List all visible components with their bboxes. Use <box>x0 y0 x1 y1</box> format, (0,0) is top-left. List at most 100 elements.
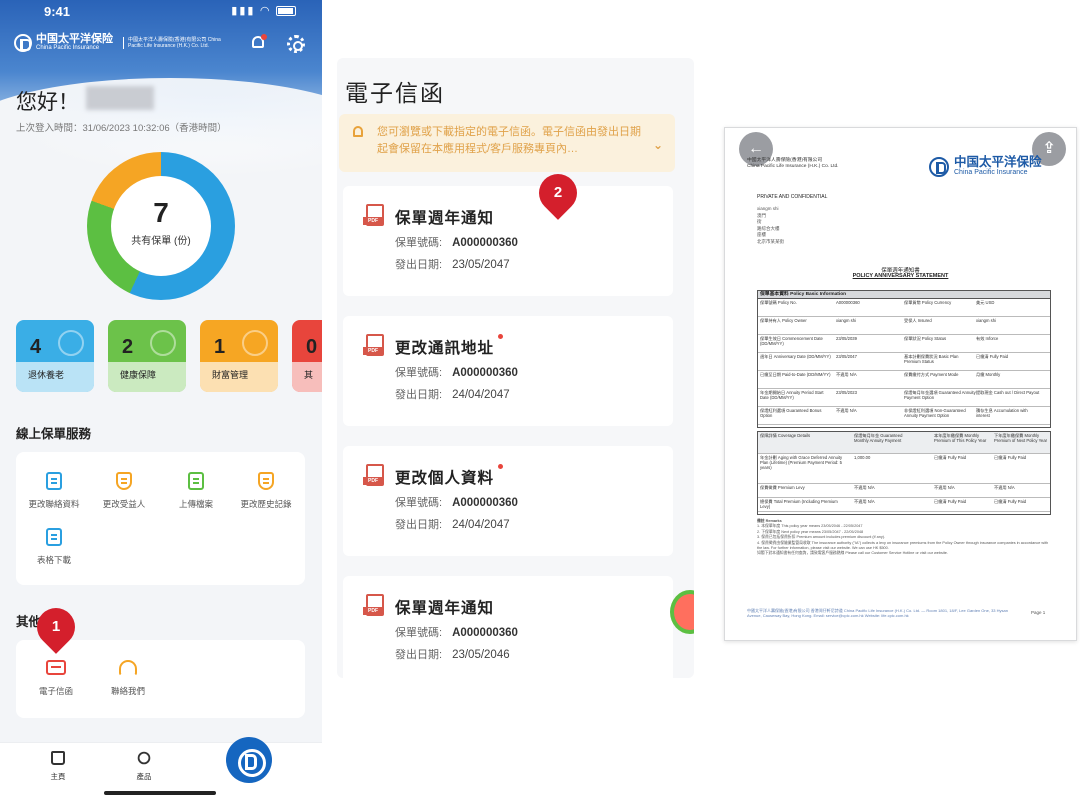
issue-date-label: 發出日期: <box>395 649 443 661</box>
addressee-line: 街 <box>757 219 762 225</box>
headset-icon <box>119 660 137 676</box>
service-form-download[interactable]: 表格下載 <box>18 528 90 566</box>
policy-number-label: 保單號碼: <box>395 367 443 379</box>
cpic-logo-icon <box>929 156 949 177</box>
policy-number: A000000360 <box>452 627 518 639</box>
table-cell: 23/05/2023 <box>836 390 857 395</box>
table-cell: 保單貨幣 Policy Currency <box>904 300 952 305</box>
total-policy-label: 共有保單 (份) <box>131 236 191 247</box>
e-notice-item[interactable]: PDF 保單週年通知 保單號碼: A000000360 發出日期: 23/05/20… <box>343 576 673 678</box>
e-notice-item[interactable]: PDF 更改通訊地址 保單號碼: A000000360 發出日期: 24/04/20… <box>343 316 673 426</box>
table-row: 年金計劃 Aging with Grace Deferred Annuity P… <box>758 454 1050 484</box>
category-count: 1 <box>214 336 226 358</box>
service-label: 表格下載 <box>36 555 71 565</box>
pdf-icon: PDF <box>363 204 387 230</box>
statement-footer: 中國太平洋人壽保險(香港)有限公司 香港灣仔軒尼詩道 China Pacific… <box>747 608 1008 618</box>
table-cell: 年金計劃 Aging with Grace Deferred Annuity P… <box>760 455 843 470</box>
issue-date-label: 發出日期: <box>395 519 443 531</box>
category-count: 0 <box>306 336 318 358</box>
table-cell: 不適用 N/A <box>836 408 857 413</box>
table-cell: 美元 USD <box>976 300 995 305</box>
table-header-cell: 保證每月年金 Guaranteed Monthly Annuity Paymen… <box>854 433 903 443</box>
policy-number-label: 保單號碼: <box>395 237 443 249</box>
table-row: 年金期開始日 Annuity Period Start Date (DD/MM/… <box>758 389 1050 407</box>
issue-date-row: 發出日期: 24/04/2047 <box>395 516 510 532</box>
notice-banner[interactable]: 您可瀏覽或下載指定的電子信函。電子信函由發出日期起會保留在本應用程式/客戶服務專… <box>339 114 675 172</box>
table-header-row: 保障詳情 Coverage Details 保證每月年金 Guaranteed M… <box>758 432 1050 454</box>
issue-date: 24/04/2047 <box>452 389 510 401</box>
page-number: Page 1 <box>1031 610 1046 615</box>
table-cell: 不適用 N/A <box>934 485 955 490</box>
settings-gear-icon[interactable] <box>287 35 305 53</box>
e-notice-item[interactable]: PDF 更改個人資料 保單號碼: A000000360 發出日期: 24/04/20… <box>343 446 673 556</box>
table-cell: 保單持有人 Policy Owner <box>760 318 807 323</box>
table-row: 保單號碼 Policy No. A000000360 保單貨幣 Policy Cur… <box>758 299 1050 317</box>
remark-line: 如閣下對本通知書有任何查詢，請致電客戶服務熱線 Please call our … <box>757 551 948 556</box>
category-card-wealth[interactable]: 1 財富管理 <box>200 320 278 392</box>
addressee-line: xiangm shi <box>757 206 779 211</box>
table-cell: 1,000.00 <box>854 455 871 460</box>
policy-basic-table: 保單基本資料 Policy Basic Information 保單號碼 Pol… <box>757 290 1051 428</box>
brand-logo: 中国太平洋保险 China Pacific Insurance 中國太平洋人壽保… <box>14 34 223 52</box>
online-services-card: 更改聯絡資料 更改受益人 上傳檔案 更改歷史記錄 表格下載 <box>16 452 305 585</box>
service-change-contact[interactable]: 更改聯絡資料 <box>18 472 90 510</box>
table-cell: 受保人 Insured <box>904 318 932 323</box>
status-icons: ▮▮▮ ◠ <box>231 4 296 17</box>
e-notices-screen: 電子信函 您可瀏覽或下載指定的電子信函。電子信函由發出日期起會保留在本應用程式/… <box>337 58 694 678</box>
table-cell: 非保證紅利選項 Non-Guaranteed Annuity Payment O… <box>904 408 966 418</box>
service-label: 上傳檔案 <box>178 499 213 509</box>
service-label: 更改歷史記錄 <box>240 499 292 509</box>
service-change-beneficiary[interactable]: 更改受益人 <box>88 472 160 510</box>
tab-products[interactable]: 產品 <box>124 751 164 782</box>
notification-bell-icon[interactable] <box>250 34 267 52</box>
policy-donut-chart[interactable]: 7 共有保單 (份) <box>87 152 235 300</box>
table-row: 保證紅利選項 Guaranteed Bonus Option 不適用 N/A 非保證… <box>758 407 1050 425</box>
policy-number: A000000360 <box>452 497 518 509</box>
total-policy-count: 7 <box>153 197 169 228</box>
home-indicator <box>104 791 216 795</box>
floating-action-button[interactable] <box>670 590 694 634</box>
statement-logo-cn: 中国太平洋保险 <box>954 155 1042 169</box>
category-label: 財富管理 <box>212 370 249 380</box>
greeting: 您好！ <box>16 91 79 114</box>
table-cell: xiangm shi <box>976 318 997 323</box>
category-label: 退休養老 <box>28 370 65 380</box>
product-icon <box>137 751 151 765</box>
table-row: 保單生效日 Commencement Date (DD/MM/YY) 23/05/… <box>758 335 1050 353</box>
private-confidential: PRIVATE AND CONFIDENTIAL <box>757 194 828 200</box>
cpic-logo-fab-button[interactable] <box>226 737 272 783</box>
table-cell: 已繳清 Fully Paid <box>934 455 967 460</box>
pdf-icon: PDF <box>363 464 387 490</box>
brand-subsidiary: 中國太平洋人壽保險(香港)有限公司 China Pacific Life Ins… <box>123 37 223 49</box>
pdf-icon: PDF <box>363 334 387 360</box>
table-cell: 不適用 N/A <box>854 499 875 504</box>
pdf-icon: PDF <box>363 594 387 620</box>
step-marker-1-label: 1 <box>51 618 61 635</box>
category-card-retirement[interactable]: 4 退休養老 <box>16 320 94 392</box>
policy-number-row: 保單號碼: A000000360 <box>395 364 518 380</box>
addressee-block: xiangm shi 澳門 街 路綜合大樓 座樓 北京市某某街 <box>757 206 784 246</box>
issue-date-row: 發出日期: 23/05/2047 <box>395 256 510 272</box>
service-upload-file[interactable]: 上傳檔案 <box>160 472 232 510</box>
tab-home[interactable]: 主頁 <box>38 751 78 782</box>
table-cell: 週年日 Anniversary Date (DD/MM/YY) <box>760 354 831 359</box>
e-notice-item[interactable]: PDF 保單週年通知 保單號碼: A000000360 發出日期: 23/05/20… <box>343 186 673 296</box>
service-change-history[interactable]: 更改歷史記錄 <box>230 472 302 510</box>
step-marker-2-label: 2 <box>553 184 563 201</box>
service-label: 更改受益人 <box>102 499 146 509</box>
expand-chevron-icon[interactable]: ⌄ <box>653 138 663 152</box>
e-notice-title: 保單週年通知 <box>395 600 495 617</box>
e-notice-title: 保單週年通知 <box>395 210 495 227</box>
statement-title-en: POLICY ANNIVERSARY STATEMENT <box>852 273 949 279</box>
category-cards: 4 退休養老 2 健康保障 1 財富管理 0 其 <box>16 320 322 392</box>
table-cell: 總保費 Total Premium (Including Premium Lev… <box>760 499 838 509</box>
home-icon <box>51 751 65 765</box>
mail-icon <box>46 660 66 675</box>
service-e-notices[interactable]: 電子信函 <box>20 660 92 697</box>
upload-doc-icon <box>188 472 204 490</box>
category-card-other[interactable]: 0 其 <box>292 320 322 392</box>
category-card-health[interactable]: 2 健康保障 <box>108 320 186 392</box>
service-contact-us[interactable]: 聯絡我們 <box>92 660 164 697</box>
service-label: 更改聯絡資料 <box>28 499 80 509</box>
addressee-line: 座樓 <box>757 232 766 238</box>
